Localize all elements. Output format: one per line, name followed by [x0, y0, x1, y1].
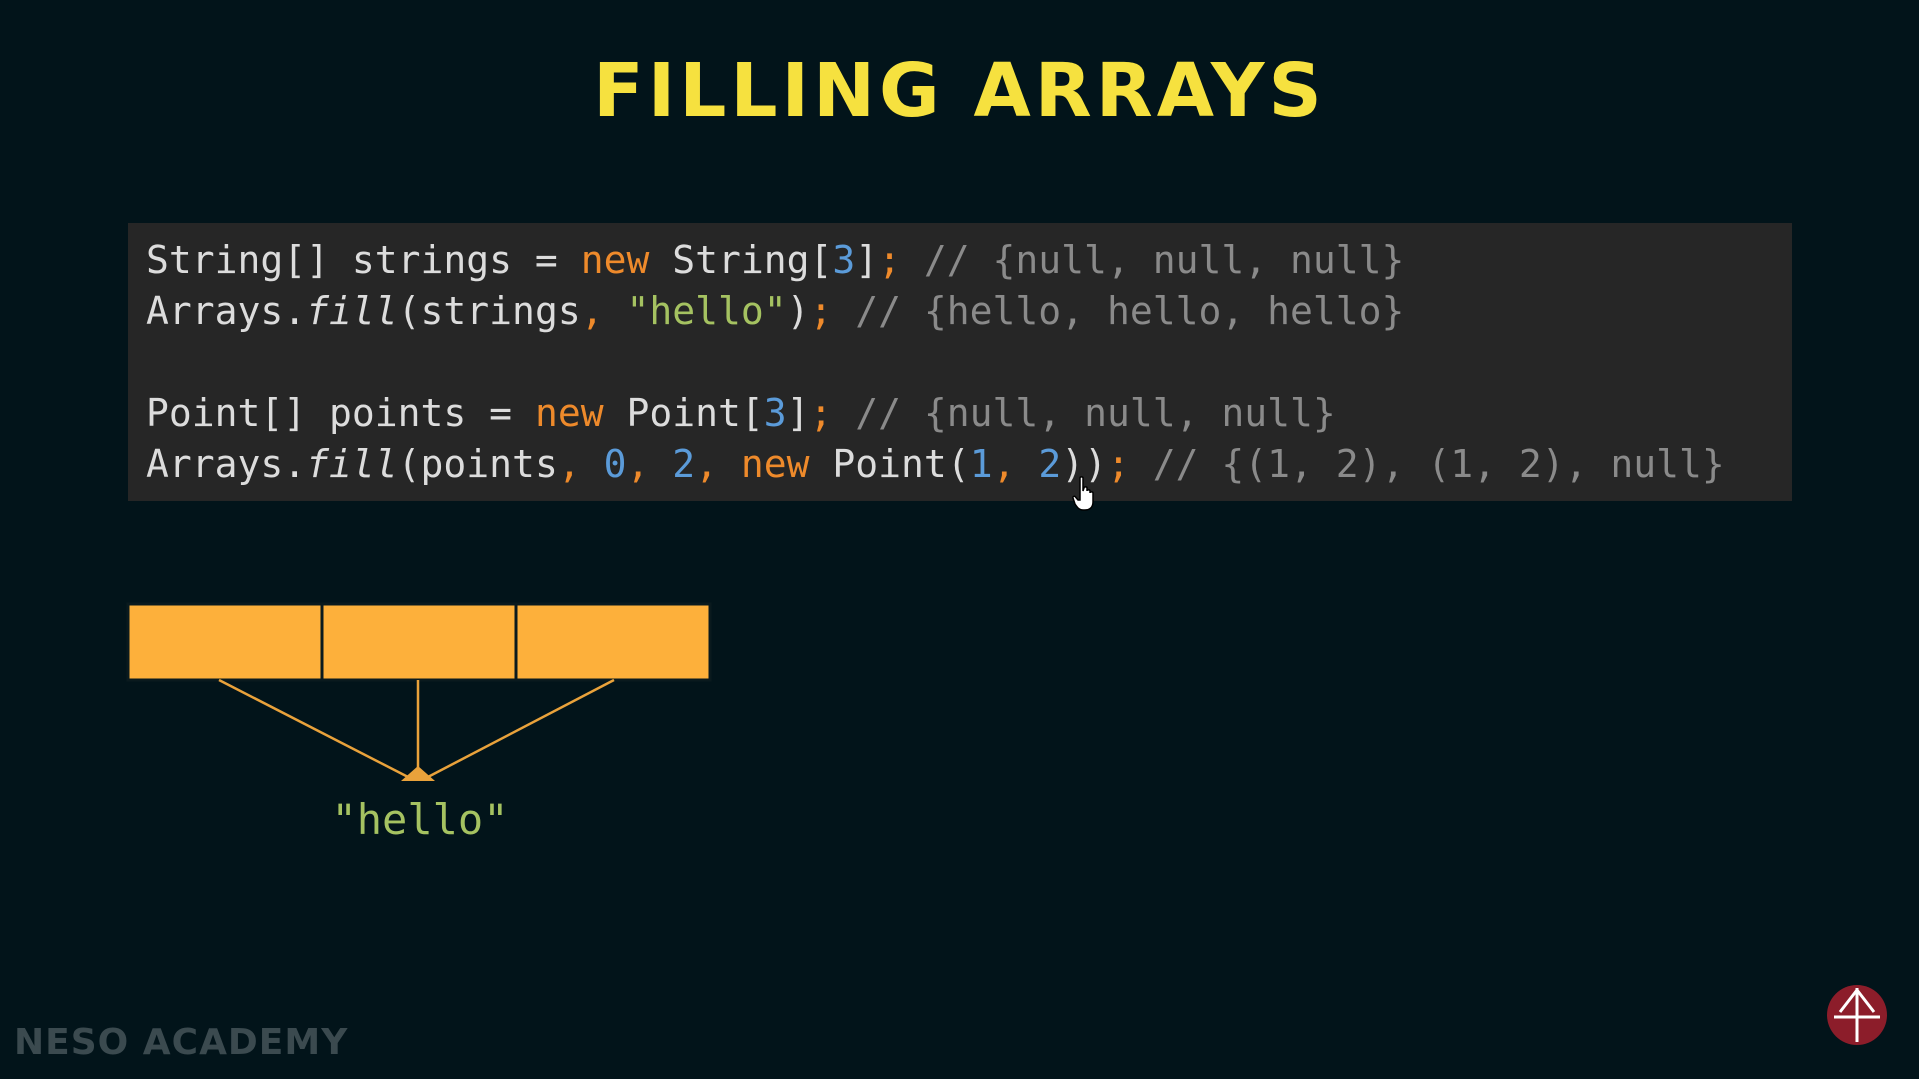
- reference-arrow: [218, 678, 411, 780]
- neso-logo-icon: [1827, 985, 1887, 1045]
- array-diagram: [126, 602, 712, 781]
- arrow-head-icon: [401, 766, 435, 781]
- array-cell: [514, 602, 712, 682]
- reference-arrows: [218, 678, 615, 780]
- brand-watermark: NESO ACADEMY: [14, 1022, 349, 1063]
- target-object-label: "hello": [331, 795, 509, 844]
- array-cells: [126, 602, 712, 682]
- hand-pointer-icon: [1072, 476, 1094, 511]
- array-cell: [320, 602, 518, 682]
- reference-arrow: [425, 678, 615, 780]
- array-cell: [126, 602, 324, 682]
- slide: FILLING ARRAYS String[] strings = new St…: [0, 0, 1919, 1079]
